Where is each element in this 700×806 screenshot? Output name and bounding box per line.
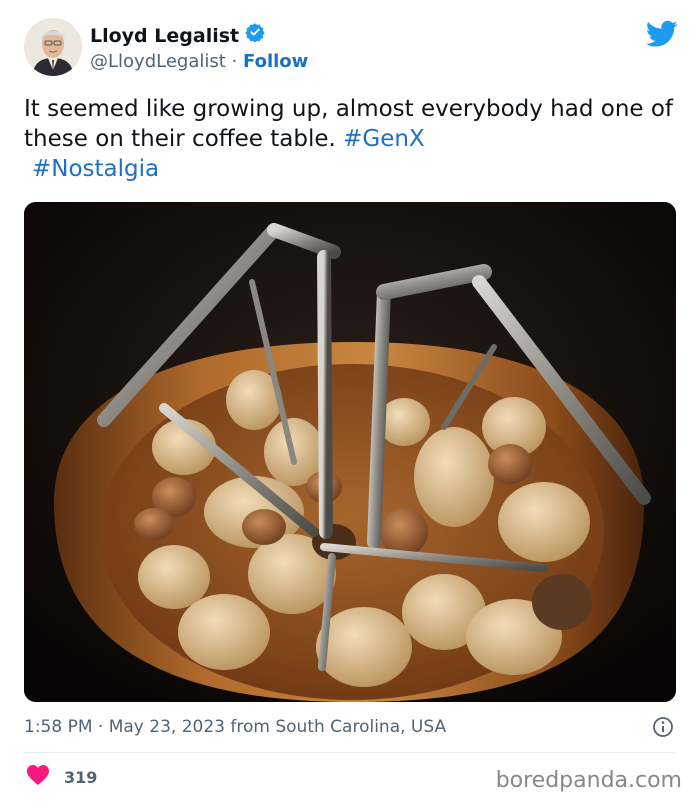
author-handle[interactable]: @LloydLegalist (90, 51, 226, 72)
hashtag-genx[interactable]: #GenX (343, 126, 425, 152)
tweet-time[interactable]: 1:58 PM (24, 717, 93, 737)
info-icon[interactable] (652, 716, 674, 738)
like-count[interactable]: 319 (64, 768, 97, 787)
author-display-name[interactable]: Lloyd Legalist (90, 23, 239, 49)
handle-separator: · (231, 51, 238, 72)
handle-row: @LloydLegalist · Follow (90, 49, 308, 75)
watermark: boredpanda.com (495, 768, 682, 793)
twitter-bird-icon[interactable] (645, 20, 678, 48)
tweet-text: It seemed like growing up, almost everyb… (24, 94, 674, 184)
tweet-photo[interactable] (24, 202, 676, 702)
tweet-location: from South Carolina, USA (230, 717, 447, 737)
author-name-row[interactable]: Lloyd Legalist (90, 22, 265, 49)
like-row: 319 (26, 764, 97, 790)
divider (24, 752, 676, 753)
follow-button[interactable]: Follow (243, 51, 308, 72)
tweet-date[interactable]: May 23, 2023 (109, 717, 225, 737)
hashtag-nostalgia[interactable]: #Nostalgia (32, 156, 159, 182)
tweet-card: Lloyd Legalist @LloydLegalist · Follow I… (0, 0, 700, 806)
heart-icon[interactable] (26, 764, 50, 790)
verified-badge-icon (245, 22, 265, 49)
avatar[interactable] (24, 18, 82, 76)
meta-separator: · (97, 717, 104, 737)
tweet-meta: 1:58 PM · May 23, 2023 from South Caroli… (24, 714, 446, 740)
